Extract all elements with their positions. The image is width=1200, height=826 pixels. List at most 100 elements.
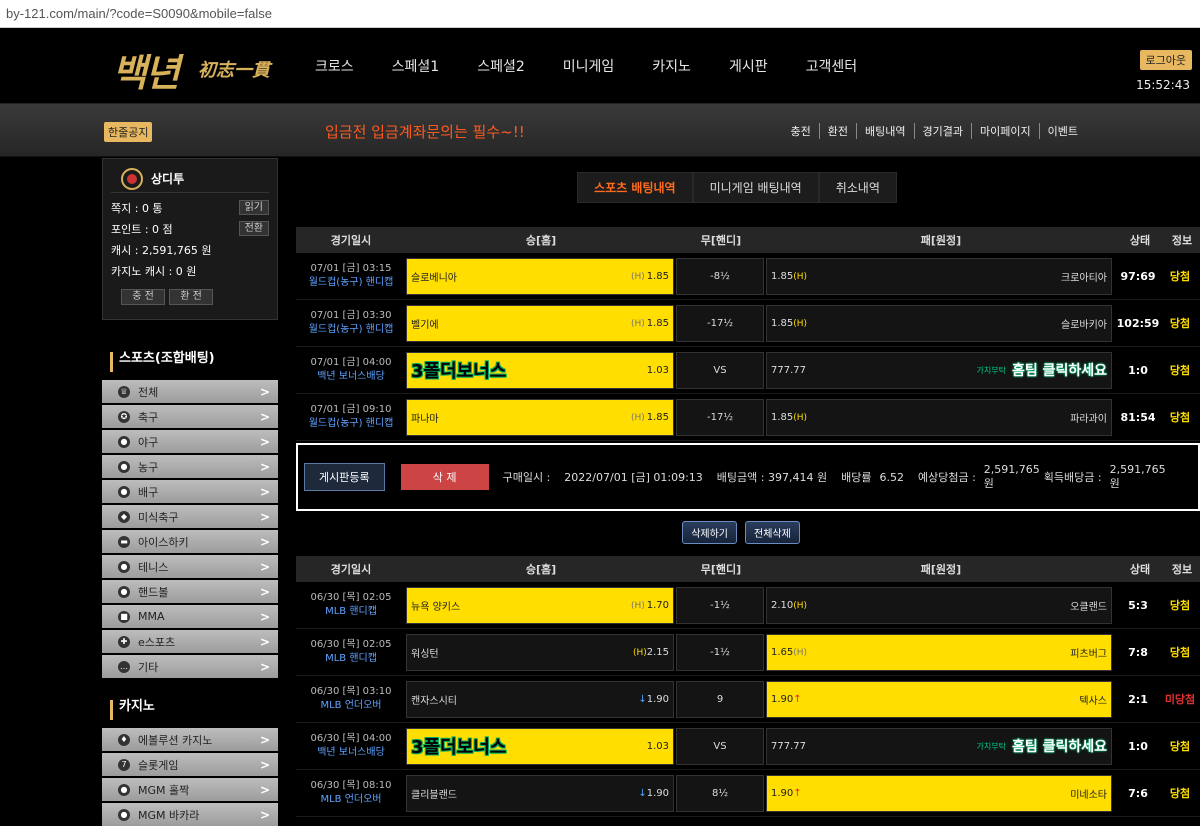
- home-pick[interactable]: 3폴더보너스 1.03: [406, 727, 674, 765]
- match-date: 06/30 [목] 08:10 MLB 언더오버: [296, 779, 406, 807]
- handicap-value: -17½: [706, 411, 734, 423]
- draw-pick[interactable]: -17½: [676, 304, 764, 342]
- charge-button[interactable]: 충 전: [121, 289, 165, 305]
- chevron-right-icon: >: [259, 609, 270, 624]
- nav-support[interactable]: 고객센터: [806, 56, 858, 76]
- convert-point-button[interactable]: 전환: [238, 221, 269, 236]
- header-away: 패[원정]: [920, 563, 962, 576]
- draw-pick[interactable]: 9: [676, 680, 764, 718]
- address-bar[interactable]: by-121.com/main/?code=S0090&mobile=false: [0, 0, 1200, 28]
- draw-pick[interactable]: VS: [676, 351, 764, 389]
- sidebar-item-volleyball[interactable]: ● 배구 >: [102, 480, 278, 503]
- league-text: 월드컵(농구) 핸디캡: [308, 277, 394, 288]
- sidebar-item-etc[interactable]: … 기타 >: [102, 655, 278, 678]
- draw-pick[interactable]: VS: [676, 727, 764, 765]
- away-odds: 777.77: [771, 364, 806, 376]
- home-pick[interactable]: 캔자스시티 ↓1.90: [406, 680, 674, 718]
- tab-sports-history[interactable]: 스포츠 배팅내역: [577, 172, 693, 203]
- away-pick[interactable]: 1.85(H) 크로아티아: [766, 257, 1112, 295]
- link-results[interactable]: 경기결과: [915, 123, 973, 139]
- sidebar-item-soccer[interactable]: ✪ 축구 >: [102, 405, 278, 428]
- away-pick[interactable]: 1.85(H) 파라과이: [766, 398, 1112, 436]
- expected-value: 2,591,765 원: [983, 463, 1040, 490]
- header-date: 경기일시: [330, 563, 372, 576]
- home-team: 슬로베니아: [411, 272, 457, 284]
- sidebar-item-tennis[interactable]: ● 테니스 >: [102, 555, 278, 578]
- away-pick[interactable]: 1.85(H) 슬로바키아: [766, 304, 1112, 342]
- sidebar-item-label: MGM 바카라: [138, 808, 200, 822]
- exchange-button[interactable]: 환 전: [169, 289, 213, 305]
- site-logo[interactable]: 백년: [112, 42, 180, 97]
- draw-pick[interactable]: 8½: [676, 774, 764, 812]
- sidebar-item-label: 축구: [138, 410, 159, 424]
- draw-pick[interactable]: -1½: [676, 633, 764, 671]
- sidebar-item-football[interactable]: ◆ 미식축구 >: [102, 505, 278, 528]
- result-badge: 당첨: [1169, 411, 1191, 424]
- away-team: 오클랜드: [1070, 601, 1107, 613]
- casino-cash-row: 카지노 캐시 : 0 원: [111, 260, 269, 281]
- away-pick[interactable]: 777.77 가치부탁 홈팀 클릭하세요: [766, 351, 1112, 389]
- nav-cross[interactable]: 크로스: [315, 56, 354, 76]
- sidebar-item-evolution[interactable]: ♦ 에볼루션 카지노 >: [102, 728, 278, 751]
- football-icon: ◆: [118, 510, 130, 523]
- sidebar-item-esports[interactable]: ✚ e스포츠 >: [102, 630, 278, 653]
- delete-all-button[interactable]: 전체삭제: [745, 521, 800, 544]
- mma-fighter-icon: ■: [118, 610, 130, 623]
- sidebar-item-mgm-oddeven[interactable]: ● MGM 홀짝 >: [102, 778, 278, 801]
- sidebar-item-icehockey[interactable]: ▬ 아이스하키 >: [102, 530, 278, 553]
- nav-casino[interactable]: 카지노: [652, 56, 691, 76]
- home-odds: 1.90: [646, 693, 669, 705]
- sidebar-item-label: 야구: [138, 435, 159, 449]
- delete-button[interactable]: 삭 제: [400, 464, 489, 490]
- sidebar-item-mma[interactable]: ■ MMA >: [102, 605, 278, 628]
- link-bet-history[interactable]: 배팅내역: [857, 123, 915, 139]
- nav-special2[interactable]: 스페셜2: [477, 56, 525, 76]
- sidebar-item-slot[interactable]: 7 슬롯게임 >: [102, 753, 278, 776]
- link-exchange[interactable]: 환전: [820, 123, 858, 139]
- home-pick[interactable]: 뉴욕 양키스 (H) 1.70: [406, 586, 674, 624]
- draw-pick[interactable]: -1½: [676, 586, 764, 624]
- sidebar-item-label: 슬롯게임: [138, 758, 179, 772]
- table-header: 경기일시 승[홈] 무[핸디] 패[원정] 상태 정보: [296, 227, 1200, 253]
- home-pick[interactable]: 슬로베니아 (H) 1.85: [406, 257, 674, 295]
- header-home: 승[홈]: [525, 563, 557, 576]
- sidebar-item-handball[interactable]: ● 핸드볼 >: [102, 580, 278, 603]
- handicap-icon: (H): [793, 271, 808, 282]
- draw-pick[interactable]: -17½: [676, 398, 764, 436]
- link-mypage[interactable]: 마이페이지: [972, 123, 1040, 139]
- tab-minigame-history[interactable]: 미니게임 배팅내역: [692, 172, 819, 203]
- nav-special1[interactable]: 스페셜1: [392, 56, 440, 76]
- header-away: 패[원정]: [920, 234, 962, 247]
- sidebar-item-basketball[interactable]: ● 농구 >: [102, 455, 278, 478]
- away-pick[interactable]: 1.90↑ 미네소타: [766, 774, 1112, 812]
- tab-cancel-history[interactable]: 취소내역: [818, 172, 897, 203]
- notice-text: 입금전 입금계좌문의는 필수~!!: [325, 123, 525, 141]
- league-text: 백년 보너스배당: [317, 747, 385, 758]
- home-pick[interactable]: 워싱턴 (H)2.15: [406, 633, 674, 671]
- draw-pick[interactable]: -8½: [676, 257, 764, 295]
- away-odds: 1.90: [771, 787, 794, 799]
- home-pick[interactable]: 벨기에 (H) 1.85: [406, 304, 674, 342]
- cash-label: 캐시 : 2,591,765 원: [111, 243, 212, 257]
- sidebar-item-baseball[interactable]: ● 야구 >: [102, 430, 278, 453]
- home-pick[interactable]: 파나마 (H) 1.85: [406, 398, 674, 436]
- home-pick[interactable]: 3폴더보너스 1.03: [406, 351, 674, 389]
- link-event[interactable]: 이벤트: [1040, 123, 1086, 139]
- away-pick[interactable]: 2.10(H) 오클랜드: [766, 586, 1112, 624]
- read-note-button[interactable]: 읽기: [238, 200, 269, 215]
- delete-selected-button[interactable]: 삭제하기: [682, 521, 737, 544]
- post-to-board-button[interactable]: 게시판등록: [304, 463, 385, 491]
- away-odds: 1.65: [771, 646, 794, 658]
- sidebar-item-mgm-baccarat[interactable]: ● MGM 바카라 >: [102, 803, 278, 826]
- away-pick[interactable]: 1.90↑ 텍사스: [766, 680, 1112, 718]
- home-pick[interactable]: 클리블랜드 ↓1.90: [406, 774, 674, 812]
- logout-button[interactable]: 로그아웃: [1139, 50, 1192, 70]
- nav-board[interactable]: 게시판: [729, 56, 768, 76]
- bonus-note: 가치부탁: [976, 741, 1006, 751]
- table-row: 06/30 [목] 02:05 MLB 핸디캡 뉴욕 양키스 (H) 1.70 -1½…: [296, 582, 1200, 629]
- link-charge[interactable]: 충전: [783, 123, 820, 139]
- away-pick[interactable]: 777.77 가치부탁 홈팀 클릭하세요: [766, 727, 1112, 765]
- away-pick[interactable]: 1.65(H) 피츠버그: [766, 633, 1112, 671]
- nav-minigame[interactable]: 미니게임: [563, 56, 615, 76]
- sidebar-item-all[interactable]: ♕ 전체 >: [102, 380, 278, 403]
